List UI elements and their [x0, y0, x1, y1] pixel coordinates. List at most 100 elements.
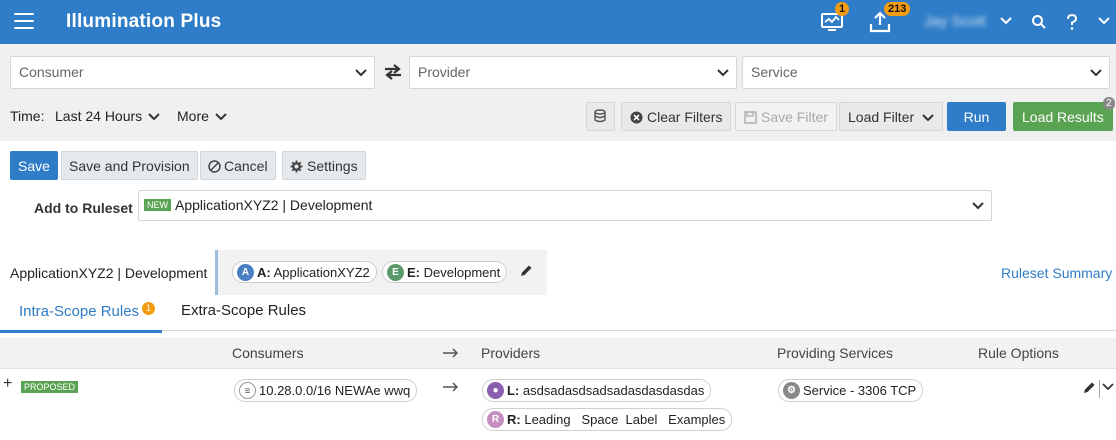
- cancel-icon: [208, 160, 221, 173]
- application-icon: A: [237, 264, 254, 281]
- ip-list-icon: ≡: [239, 382, 256, 399]
- app-value: ApplicationXYZ2: [273, 265, 370, 280]
- clear-filters-button[interactable]: Clear Filters: [621, 102, 732, 131]
- provider1-prefix: L:: [507, 383, 520, 398]
- edit-pencil-icon[interactable]: [1082, 381, 1096, 395]
- chevron-down-icon[interactable]: [1102, 383, 1114, 391]
- intra-scope-label: Intra-Scope Rules: [19, 303, 140, 320]
- clear-filters-label: Clear Filters: [647, 109, 723, 125]
- tab-intra-scope-rules[interactable]: Intra-Scope Rules 1: [0, 302, 162, 333]
- chevron-down-icon: [1090, 69, 1102, 77]
- providers-header[interactable]: Providers: [481, 345, 540, 361]
- service-gear-icon: ⚙: [783, 382, 800, 399]
- edit-pencil-icon[interactable]: [519, 264, 533, 278]
- service-value: Service - 3306 TCP: [803, 383, 917, 398]
- arrow-right-icon: [443, 348, 459, 358]
- provider2-prefix: R:: [507, 412, 521, 427]
- swap-icon[interactable]: [383, 63, 403, 81]
- rule-options-header: Rule Options: [978, 345, 1059, 361]
- settings-label: Settings: [307, 158, 358, 174]
- service-placeholder: Service: [751, 64, 798, 80]
- help-icon[interactable]: [1066, 14, 1078, 30]
- proposed-badge: PROPOSED: [21, 381, 79, 393]
- cancel-label: Cancel: [224, 158, 268, 174]
- load-results-button[interactable]: Load Results 2: [1013, 97, 1115, 131]
- provider-select[interactable]: Provider: [409, 56, 737, 89]
- notifications-icon[interactable]: 1: [820, 2, 850, 34]
- provider-location-pill: ● L: asdsadasdsadsadasdasdasdas: [482, 379, 712, 402]
- app-prefix: A:: [257, 265, 271, 280]
- consumers-header[interactable]: Consumers: [232, 345, 304, 361]
- service-select[interactable]: Service: [742, 56, 1110, 89]
- chevron-down-icon[interactable]: [1097, 14, 1111, 28]
- provider-placeholder: Provider: [418, 64, 471, 80]
- chevron-down-icon: [148, 113, 160, 121]
- more-label: More: [177, 108, 209, 124]
- environment-icon: E: [387, 264, 404, 281]
- save-filter-button[interactable]: Save Filter: [735, 102, 837, 131]
- time-label: Time:: [10, 108, 45, 124]
- time-range-dropdown[interactable]: Last 24 Hours: [55, 108, 160, 124]
- notifications-badge: 1: [835, 2, 850, 16]
- consumer-select[interactable]: Consumer: [10, 56, 375, 89]
- upload-badge: 213: [884, 2, 911, 16]
- providing-services-header[interactable]: Providing Services: [777, 345, 893, 361]
- save-and-provision-button[interactable]: Save and Provision: [61, 151, 198, 180]
- load-filter-label: Load Filter: [848, 109, 915, 125]
- ruleset-select[interactable]: NEW ApplicationXYZ2 | Development: [138, 190, 992, 221]
- provider2-value: Leading Space Label Examples: [524, 412, 726, 427]
- search-icon[interactable]: [1031, 14, 1047, 30]
- database-button[interactable]: [586, 102, 615, 131]
- app-title: Illumination Plus: [66, 11, 222, 32]
- rules-table-header: Consumers Providers Providing Services R…: [0, 338, 1116, 369]
- chevron-down-icon: [717, 69, 729, 77]
- rules-tabs: Intra-Scope Rules 1 Extra-Scope Rules: [0, 296, 1116, 333]
- menu-icon[interactable]: [14, 13, 34, 29]
- user-name[interactable]: Jay Scott: [924, 13, 986, 30]
- expand-plus-icon[interactable]: +: [3, 375, 12, 393]
- tab-extra-scope-rules[interactable]: Extra-Scope Rules: [181, 302, 306, 329]
- consumer-placeholder: Consumer: [19, 64, 84, 80]
- run-button[interactable]: Run: [947, 102, 1006, 131]
- chevron-down-icon: [215, 113, 227, 121]
- settings-button[interactable]: Settings: [282, 151, 366, 180]
- ruleset-value: ApplicationXYZ2 | Development: [175, 197, 373, 213]
- new-tag: NEW: [144, 199, 171, 211]
- user-chevron-down-icon[interactable]: [999, 14, 1013, 28]
- gear-icon: [290, 160, 303, 173]
- load-results-count: 2: [1103, 97, 1115, 110]
- application-label-pill: A A: ApplicationXYZ2: [232, 261, 377, 283]
- consumer-pill: ≡ 10.28.0.0/16 NEWAe wwq: [234, 379, 418, 402]
- load-filter-dropdown[interactable]: Load Filter: [839, 102, 944, 131]
- add-to-ruleset-label: Add to Ruleset: [34, 200, 133, 216]
- scope-labels-box: A A: ApplicationXYZ2 E E: Development: [215, 250, 547, 295]
- intra-scope-badge: 1: [142, 302, 156, 315]
- table-row: + PROPOSED ≡ 10.28.0.0/16 NEWAe wwq ● L:…: [0, 369, 1116, 440]
- service-pill: ⚙ Service - 3306 TCP: [778, 379, 924, 402]
- provider1-value: asdsadasdsadsadasdasdasdas: [522, 383, 705, 398]
- role-icon: R: [487, 411, 504, 428]
- chevron-down-icon: [922, 114, 934, 122]
- filter-bar: Consumer Provider Service Time: Last 24 …: [0, 44, 1116, 141]
- location-pin-icon: ●: [487, 382, 504, 399]
- divider: [1099, 380, 1100, 398]
- arrow-right-icon: [443, 382, 459, 392]
- more-dropdown[interactable]: More: [177, 108, 227, 124]
- environment-label-pill: E E: Development: [382, 261, 508, 283]
- env-value: Development: [423, 265, 501, 280]
- upload-icon[interactable]: 213: [868, 2, 911, 34]
- consumer-value: 10.28.0.0/16 NEWAe wwq: [259, 383, 411, 398]
- ruleset-summary-link[interactable]: Ruleset Summary: [1001, 265, 1112, 281]
- close-circle-icon: [630, 111, 643, 124]
- database-icon: [594, 109, 606, 123]
- cancel-button[interactable]: Cancel: [200, 151, 276, 180]
- time-range-value: Last 24 Hours: [55, 108, 143, 124]
- chevron-down-icon: [355, 69, 367, 77]
- provider-role-pill: R R: Leading Space Label Examples: [482, 408, 733, 431]
- load-results-label: Load Results: [1022, 109, 1104, 125]
- save-button[interactable]: Save: [10, 151, 58, 180]
- top-navigation-bar: Illumination Plus 1 213 Jay Scott: [0, 0, 1116, 44]
- save-icon: [744, 111, 757, 124]
- save-filter-label: Save Filter: [761, 109, 828, 125]
- scope-name: ApplicationXYZ2 | Development: [10, 265, 208, 281]
